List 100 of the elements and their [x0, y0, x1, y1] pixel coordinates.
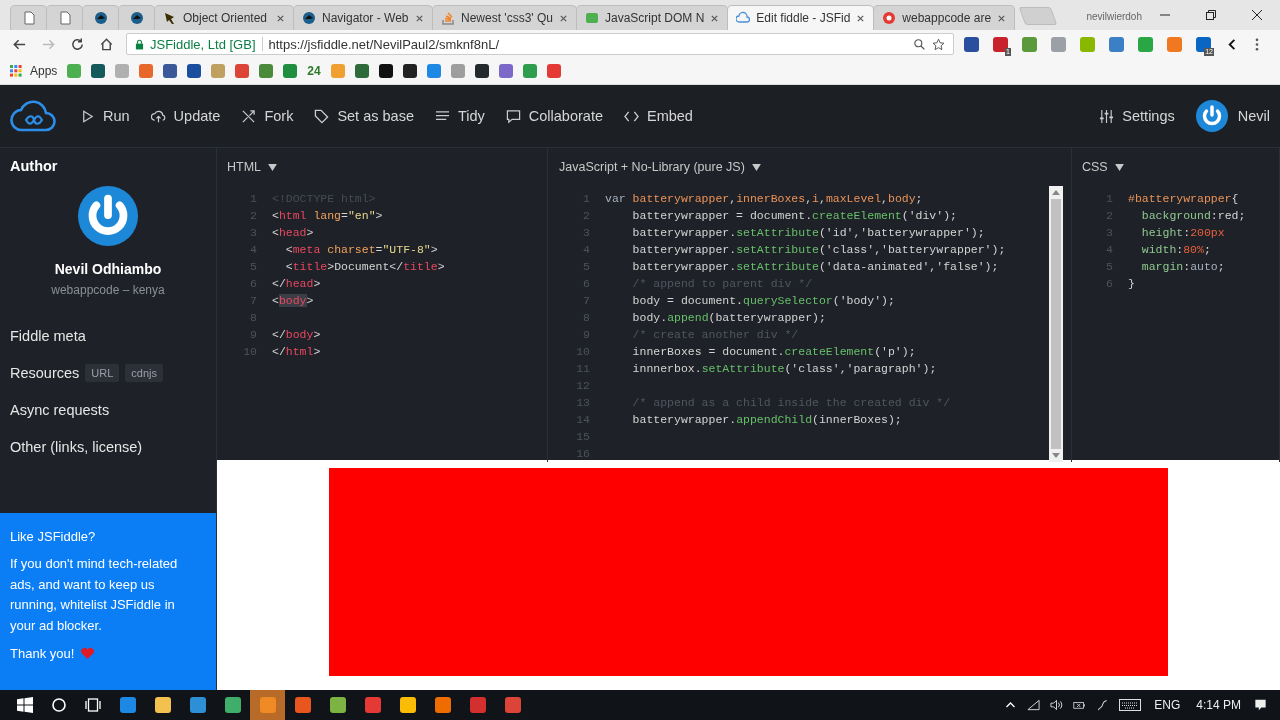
cloud-icon [736, 11, 751, 25]
search-icon[interactable] [51, 697, 67, 713]
browser-tab[interactable]: Newest 'css3' Qu [432, 5, 577, 30]
maximize-icon[interactable] [1205, 9, 1217, 21]
sidebar-item[interactable]: Fiddle meta [10, 327, 86, 344]
bookmark-icon[interactable] [91, 64, 106, 78]
heart-icon [80, 647, 96, 660]
avatar-icon [77, 185, 139, 247]
bookmark-icon[interactable] [474, 64, 489, 78]
code-line: innerBoxes = document.createElement('p'); [631, 344, 916, 360]
extension-icon[interactable] [1109, 36, 1124, 52]
battery-icon[interactable] [1073, 699, 1087, 711]
caret-icon[interactable] [751, 163, 761, 171]
lock-icon [135, 38, 144, 50]
chat-icon [505, 108, 521, 124]
code-line: <head> [272, 225, 314, 241]
bookmark-icon[interactable] [187, 64, 202, 78]
code-line: batterywrapper.setAttribute('class','batterywrapper'); [631, 242, 1006, 258]
apps-icon [10, 65, 22, 77]
fork-icon [241, 108, 257, 124]
zoom-icon[interactable] [913, 37, 926, 51]
code-line: batterywrapper = document.createElement('div'); [631, 208, 957, 224]
resource-tag[interactable]: cdnjs [125, 363, 163, 382]
cloud-logo[interactable] [10, 98, 58, 134]
author-subtitle: webappcode – kenya [51, 283, 165, 297]
bookmark-icon[interactable] [402, 64, 417, 78]
caret-icon[interactable] [1114, 163, 1124, 171]
bookmark-icon[interactable] [378, 64, 393, 78]
volume-icon[interactable] [1050, 699, 1064, 711]
browser-tab[interactable] [118, 5, 155, 30]
star-icon[interactable] [932, 37, 945, 51]
browser-tab[interactable]: JavaScript DOM N [575, 5, 729, 30]
settings-button[interactable]: Settings [1099, 108, 1175, 124]
cloud-upload-icon [150, 108, 166, 124]
code-line: var batterywrapper,innerBoxes,i,maxLevel,body; [605, 191, 923, 207]
extension-icon[interactable] [964, 36, 979, 52]
browser-tab[interactable]: Object Oriented [154, 5, 294, 30]
scroll-down-icon[interactable] [1052, 453, 1060, 458]
tab-title: Navigator - Web [322, 11, 409, 25]
sidebar-item[interactable]: Resources [10, 364, 80, 381]
browser-tab[interactable]: webappcode are [873, 5, 1016, 30]
browser-tab[interactable] [82, 5, 119, 30]
keyboard-icon[interactable] [1119, 699, 1142, 711]
toolbar-button[interactable]: Embed [624, 108, 693, 124]
toolbar-button[interactable]: Set as base [314, 108, 414, 124]
toolbar-button[interactable]: Collaborate [505, 108, 603, 124]
tab-title: Edit fiddle - JSFid [756, 11, 851, 25]
code-line: body = document.querySelector('body'); [631, 293, 895, 309]
code-line: innnerbox.setAttribute('class','paragraph'); [631, 361, 937, 377]
sliders-icon [1099, 108, 1115, 124]
browser-tab[interactable]: Edit fiddle - JSFid [727, 5, 875, 30]
profile-name[interactable]: nevilwierdoh [1086, 11, 1142, 22]
scroll-up-icon[interactable] [1052, 190, 1060, 195]
extension-icon[interactable] [1022, 36, 1037, 52]
tab-title: Newest 'css3' Qu [461, 11, 553, 25]
menu-icon[interactable] [1254, 36, 1260, 52]
ad-title: Like JSFiddle? [10, 529, 97, 544]
panel-title[interactable]: CSS [1082, 160, 1108, 174]
toolbar-button[interactable]: Run [80, 108, 130, 124]
panel-title[interactable]: JavaScript + No-Library (pure JS) [559, 160, 745, 174]
browser-tab[interactable]: Navigator - Web [293, 5, 433, 30]
sidebar-item[interactable]: Other (links, license) [10, 438, 143, 455]
toolbar-button[interactable]: Fork [241, 108, 294, 124]
code-line: batterywrapper.appendChild(innerBoxes); [631, 412, 902, 428]
author-name: Nevil Odhiambo [54, 261, 162, 277]
code-line: <meta charset="UTF-8"> [284, 242, 438, 258]
scrollbar[interactable] [1049, 186, 1063, 462]
code-line: height:200px [1140, 225, 1225, 241]
clock[interactable]: 4:14 PM [1196, 698, 1241, 712]
resource-tag[interactable]: URL [85, 363, 120, 382]
user-menu[interactable]: Nevil [1195, 100, 1270, 132]
reload-icon[interactable] [70, 36, 85, 52]
bookmark-icon[interactable] [163, 64, 178, 78]
apps-bookmark[interactable]: Apps [10, 64, 58, 78]
code-line: </html> [272, 344, 321, 360]
code-line: } [1128, 276, 1135, 292]
notification-icon[interactable] [1254, 699, 1267, 711]
ad-text: If you don't mind tech-related ads, and want to keep us running, whitelist JSFiddle in your ad blocker. [10, 555, 179, 635]
code-line: </head> [272, 276, 321, 292]
panel-title[interactable]: HTML [227, 160, 262, 174]
code-line: width:80%; [1140, 242, 1211, 258]
close-icon[interactable] [856, 13, 866, 23]
code-line: </body> [272, 327, 321, 343]
sidebar-item[interactable]: Async requests [10, 401, 110, 418]
stack-icon [441, 11, 455, 25]
page-icon [21, 11, 36, 25]
bookmark-link[interactable]: 24 [307, 64, 321, 78]
start-icon[interactable] [17, 697, 33, 713]
toolbar-button[interactable]: Update [150, 108, 221, 124]
address-bar[interactable]: JSFiddle, Ltd [GB] https://jsfiddle.net/NevilPaul2/smknf8nL/ [126, 33, 954, 55]
toolbar-button[interactable]: Tidy [434, 108, 485, 124]
site-identity: JSFiddle, Ltd [GB] [150, 36, 256, 52]
close-icon[interactable] [1251, 9, 1263, 21]
wifi-icon[interactable] [1027, 699, 1041, 711]
tag-icon [314, 108, 330, 124]
task-view-icon[interactable] [85, 697, 101, 713]
language-indicator[interactable]: ENG [1154, 698, 1181, 712]
code-line: #batterywrapper{ [1128, 191, 1239, 207]
caret-icon[interactable] [268, 163, 278, 171]
home-icon[interactable] [99, 36, 114, 52]
